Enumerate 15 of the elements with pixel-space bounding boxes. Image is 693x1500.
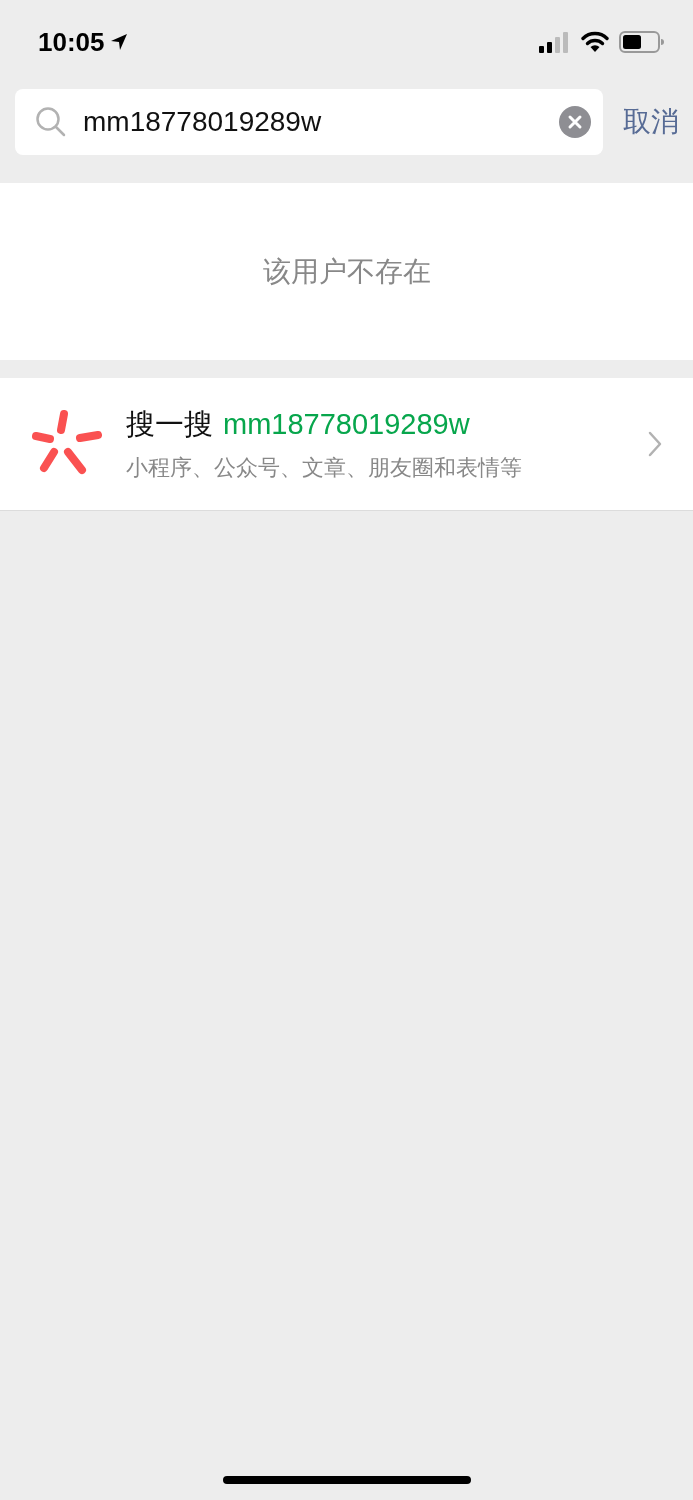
search-field[interactable]: mm18778019289w	[83, 106, 543, 138]
result-label: 搜一搜	[126, 406, 213, 443]
search-bar[interactable]: mm18778019289w	[15, 89, 603, 155]
signal-icon	[539, 31, 571, 53]
notice-text: 该用户不存在	[262, 253, 431, 290]
result-subtitle: 小程序、公众号、文章、朋友圈和表情等	[126, 454, 523, 482]
cancel-button[interactable]: 取消	[623, 103, 679, 141]
battery-icon	[619, 31, 665, 53]
search-result-row[interactable]: 搜一搜 mm18778019289w 小程序、公众号、文章、朋友圈和表情等	[0, 378, 693, 511]
status-time: 10:05	[38, 26, 105, 58]
search-icon	[35, 106, 67, 138]
clear-button[interactable]	[559, 106, 591, 138]
result-query: mm18778019289w	[223, 408, 470, 441]
wifi-icon	[581, 31, 609, 53]
chevron-right-icon	[647, 430, 663, 458]
